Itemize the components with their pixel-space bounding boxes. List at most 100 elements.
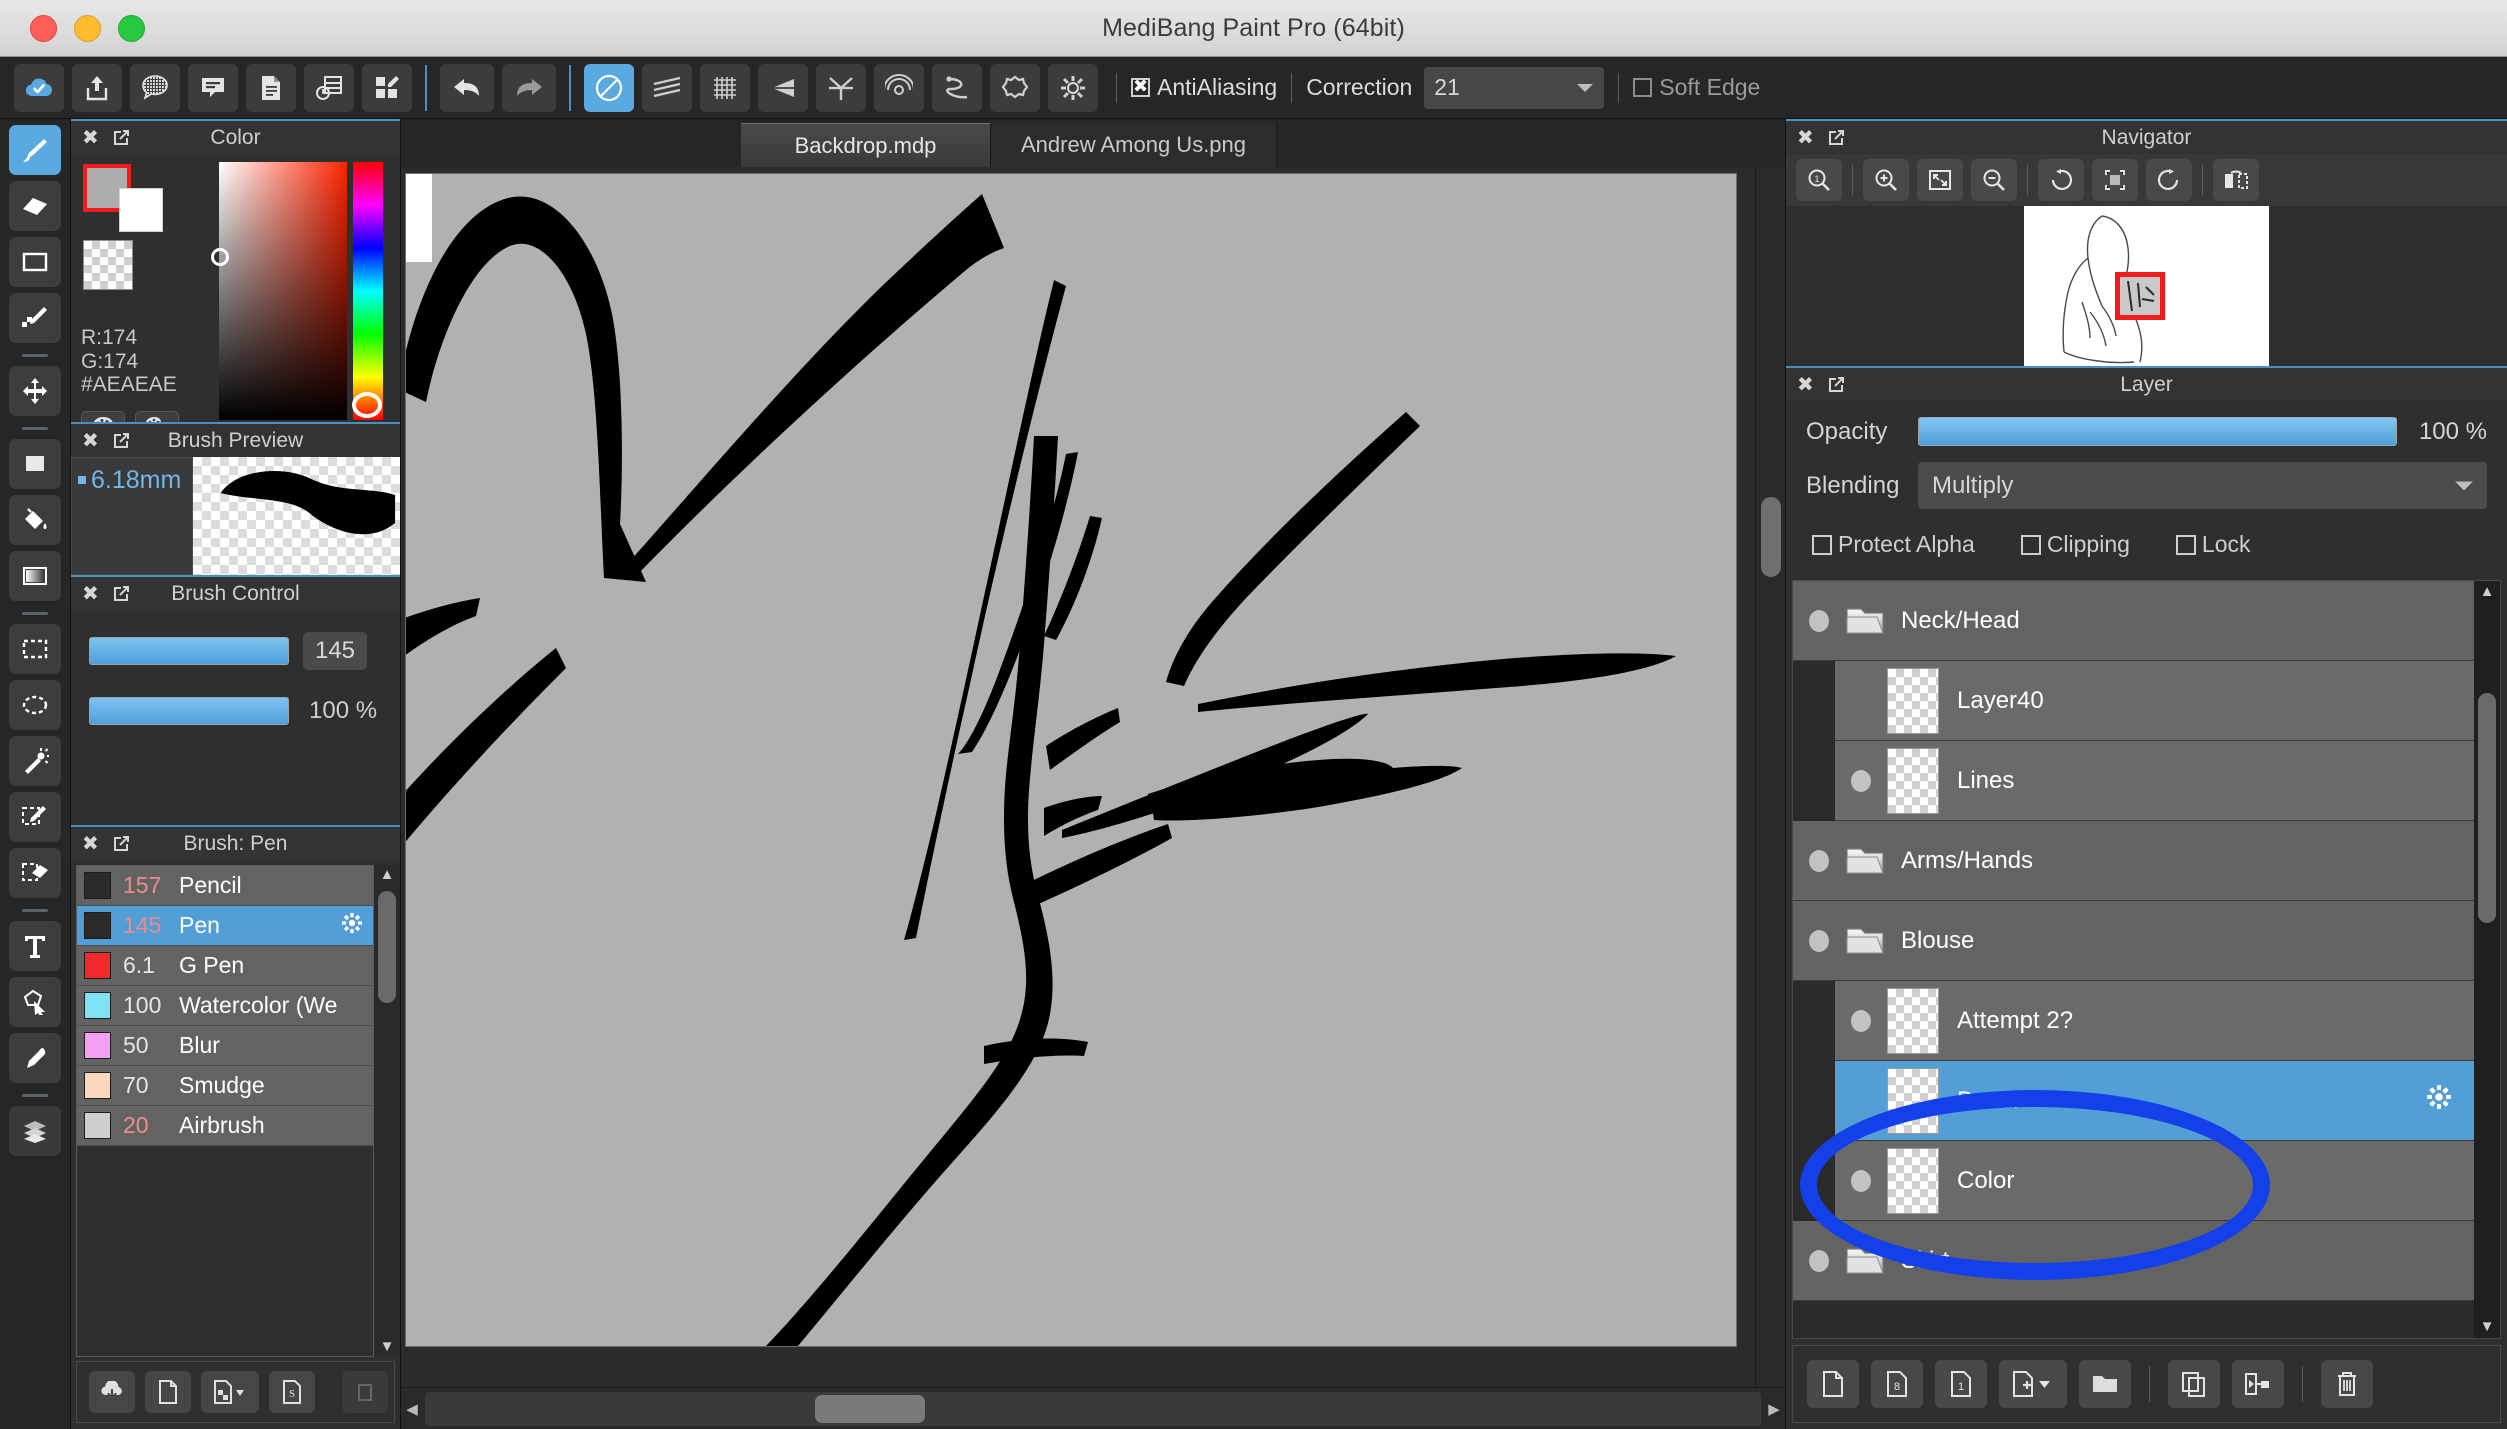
layer-list-scrollbar[interactable]: ▲ ▼ (2474, 581, 2500, 1338)
pen-tool[interactable] (9, 293, 61, 343)
select-eraser-tool[interactable] (9, 848, 61, 898)
canvas-horizontal-scrollbar[interactable]: ◀ ▶ (401, 1387, 1785, 1429)
brush-list-item[interactable]: 20 Airbrush (77, 1106, 373, 1146)
gradient-tool[interactable] (9, 551, 61, 601)
script-brush-icon[interactable]: S (269, 1371, 315, 1413)
popout-icon[interactable] (1827, 129, 1845, 147)
clipping-checkbox[interactable]: Clipping (2020, 531, 2130, 558)
scroll-left-icon[interactable]: ◀ (401, 1400, 423, 1418)
scroll-thumb[interactable] (378, 891, 396, 1003)
parallel-line-icon[interactable] (642, 63, 692, 112)
layer-list-item[interactable]: Blouse (1793, 901, 2474, 981)
popout-icon[interactable] (112, 585, 130, 603)
cloud-check-icon[interactable] (14, 63, 64, 112)
grid-icon[interactable] (700, 63, 750, 112)
popout-icon[interactable] (1827, 376, 1845, 394)
close-icon[interactable]: ✖ (1797, 375, 1814, 395)
zoom-in-icon[interactable] (1863, 159, 1909, 201)
brush-list-item[interactable]: 157 Pencil (77, 866, 373, 906)
layer-settings-gear-icon[interactable] (2426, 1084, 2452, 1117)
no-ruler-icon[interactable] (584, 63, 634, 112)
close-button[interactable] (30, 14, 57, 42)
brush-size-slider[interactable] (89, 637, 289, 665)
layer-visibility-toggle[interactable] (1793, 1249, 1845, 1272)
layer-list-item[interactable]: Color (1835, 1141, 2474, 1221)
layer-visibility-toggle[interactable] (1835, 1169, 1887, 1192)
flip-horizontal-icon[interactable] (2213, 159, 2259, 201)
add-layer-menu-icon[interactable] (1999, 1360, 2067, 1408)
popout-icon[interactable] (112, 835, 130, 853)
new-brush-icon[interactable] (145, 1371, 191, 1413)
close-icon[interactable]: ✖ (82, 128, 99, 148)
layer-visibility-toggle[interactable] (1793, 849, 1845, 872)
navigator-viewport-rect[interactable] (2115, 272, 2165, 320)
layer-list-item[interactable]: Attempt 2? (1835, 981, 2474, 1061)
magic-wand-tool[interactable] (9, 736, 61, 786)
antialiasing-checkbox[interactable]: AntiAliasing (1131, 74, 1277, 101)
scroll-down-icon[interactable]: ▼ (380, 1337, 395, 1357)
rotate-right-icon[interactable] (2146, 159, 2192, 201)
popout-icon[interactable] (112, 432, 130, 450)
minimize-button[interactable] (74, 14, 101, 42)
share-upload-icon[interactable] (72, 63, 122, 112)
concentric-circle-icon[interactable] (874, 63, 924, 112)
eraser-tool[interactable] (9, 181, 61, 231)
layer-list-item[interactable]: Arms/Hands (1793, 821, 2474, 901)
soft-edge-checkbox[interactable]: Soft Edge (1633, 74, 1760, 101)
protect-alpha-checkbox[interactable]: Protect Alpha (1812, 531, 1975, 558)
lock-checkbox[interactable]: Lock (2175, 531, 2251, 558)
scroll-track-horizontal[interactable] (425, 1391, 1761, 1426)
new-layer-icon[interactable] (1807, 1360, 1859, 1408)
brush-list-scrollbar[interactable]: ▲ ▼ (374, 865, 400, 1357)
blending-dropdown[interactable]: Multiply (1918, 462, 2487, 509)
brush-settings-gear-icon[interactable] (341, 912, 363, 940)
new-8bit-layer-icon[interactable]: 8 (1871, 1360, 1923, 1408)
layer-visibility-toggle[interactable] (1835, 1009, 1887, 1032)
scroll-thumb-horizontal[interactable] (815, 1394, 925, 1423)
eyedropper-tool[interactable] (9, 1033, 61, 1083)
correction-dropdown[interactable]: 21 (1424, 66, 1605, 109)
select-rect-tool[interactable] (9, 624, 61, 674)
brush-tool[interactable] (9, 125, 61, 175)
lasso-tool[interactable] (9, 680, 61, 730)
delete-brush-icon[interactable] (342, 1371, 388, 1413)
background-color-swatch[interactable] (119, 188, 163, 232)
duplicate-brush-icon[interactable] (201, 1371, 259, 1413)
layer-visibility-toggle[interactable] (1835, 769, 1887, 792)
navigator-thumbnail-area[interactable] (1786, 206, 2507, 366)
redo-icon[interactable] (502, 63, 556, 112)
radial-line-icon[interactable] (816, 63, 866, 112)
focus-line-icon[interactable] (758, 63, 808, 112)
scroll-right-icon[interactable]: ▶ (1763, 1400, 1785, 1418)
brush-list-item[interactable]: 145 Pen (77, 906, 373, 946)
maximize-button[interactable] (118, 14, 145, 42)
close-icon[interactable]: ✖ (82, 584, 99, 604)
document-tab[interactable]: Andrew Among Us.png (991, 123, 1278, 167)
transparent-color-swatch[interactable] (83, 240, 133, 290)
comic-balloon-icon[interactable] (130, 63, 180, 112)
rotate-left-icon[interactable] (2038, 159, 2084, 201)
brush-list-item[interactable]: 100 Watercolor (We (77, 986, 373, 1026)
layer-transform-tool[interactable] (9, 1106, 61, 1156)
layer-list-item[interactable]: Skirt (1793, 1221, 2474, 1301)
text-tool[interactable] (9, 921, 61, 971)
scroll-down-icon[interactable]: ▼ (2480, 1316, 2495, 1338)
document-tab[interactable]: Backdrop.mdp (741, 123, 991, 167)
bucket-tool[interactable] (9, 495, 61, 545)
reset-rotation-icon[interactable] (2092, 159, 2138, 201)
panel-edit-icon[interactable] (362, 63, 412, 112)
speech-balloon-icon[interactable] (188, 63, 238, 112)
layer-list-item[interactable]: Detail (1835, 1061, 2474, 1141)
close-icon[interactable]: ✖ (1797, 128, 1814, 148)
layer-list-item[interactable]: Neck/Head (1793, 581, 2474, 661)
canvas-vertical-scrollbar[interactable] (1755, 167, 1785, 1387)
download-brush-icon[interactable] (89, 1371, 135, 1413)
brush-opacity-slider[interactable] (89, 697, 289, 725)
delete-layer-icon[interactable] (2321, 1360, 2373, 1408)
artwork-canvas[interactable] (406, 174, 1736, 1346)
merge-layer-icon[interactable] (2232, 1360, 2284, 1408)
navigator-thumbnail[interactable] (2024, 206, 2269, 366)
duplicate-layer-icon[interactable] (2168, 1360, 2220, 1408)
close-icon[interactable]: ✖ (82, 431, 99, 451)
zoom-actual-icon[interactable]: 1 (1796, 159, 1842, 201)
